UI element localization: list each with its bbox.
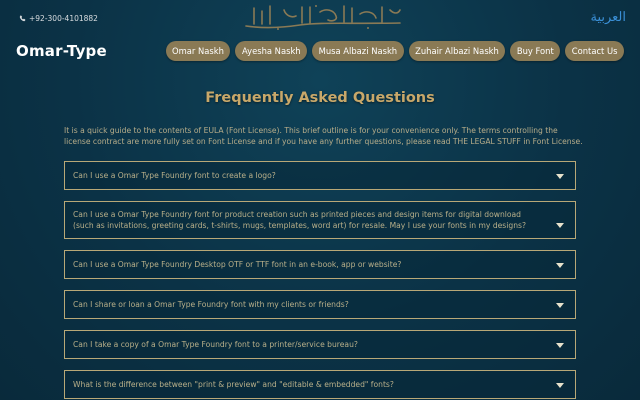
site-logo[interactable]: Omar-Type bbox=[16, 42, 107, 60]
chevron-down-icon[interactable] bbox=[556, 383, 564, 388]
chevron-down-icon[interactable] bbox=[556, 174, 564, 179]
phone-number: +92-300-4101882 bbox=[29, 14, 98, 23]
arabic-language-link[interactable]: العربية bbox=[590, 10, 626, 25]
faq-item[interactable]: Can I take a copy of a Omar Type Foundry… bbox=[64, 330, 576, 359]
bismillah-calligraphy-icon bbox=[245, 5, 401, 30]
top-bar: +92-300-4101882 العربية bbox=[0, 0, 640, 36]
page-title: Frequently Asked Questions bbox=[205, 90, 435, 106]
nav-omar-naskh-button[interactable]: Omar Naskh bbox=[165, 41, 231, 61]
nav-contact-us-button[interactable]: Contact Us bbox=[565, 41, 624, 61]
faq-item[interactable]: Can I use a Omar Type Foundry font to cr… bbox=[64, 161, 576, 190]
main-nav: Omar Naskh Ayesha Naskh Musa Albazi Nask… bbox=[165, 41, 624, 61]
chevron-down-icon[interactable] bbox=[556, 343, 564, 348]
chevron-down-icon[interactable] bbox=[556, 223, 564, 228]
faq-question: Can I use a Omar Type Foundry font for p… bbox=[73, 210, 526, 230]
phone-contact[interactable]: +92-300-4101882 bbox=[19, 14, 98, 23]
phone-icon bbox=[19, 15, 26, 22]
nav-zuhair-albazi-naskh-button[interactable]: Zuhair Albazi Naskh bbox=[408, 41, 506, 61]
faq-question: Can I use a Omar Type Foundry font to cr… bbox=[73, 171, 276, 180]
faq-item[interactable]: Can I use a Omar Type Foundry font for p… bbox=[64, 201, 576, 239]
faq-question: Can I use a Omar Type Foundry Desktop OT… bbox=[73, 260, 402, 269]
faq-question: Can I share or loan a Omar Type Foundry … bbox=[73, 300, 349, 309]
nav-buy-font-button[interactable]: Buy Font bbox=[510, 41, 561, 61]
faq-item[interactable]: What is the difference between "print & … bbox=[64, 370, 576, 399]
chevron-down-icon[interactable] bbox=[556, 263, 564, 268]
faq-question: Can I take a copy of a Omar Type Foundry… bbox=[73, 340, 358, 349]
faq-list: Can I use a Omar Type Foundry font to cr… bbox=[64, 161, 576, 400]
chevron-down-icon[interactable] bbox=[556, 303, 564, 308]
faq-question: What is the difference between "print & … bbox=[73, 380, 394, 389]
faq-item[interactable]: Can I use a Omar Type Foundry Desktop OT… bbox=[64, 250, 576, 279]
faq-intro-text: It is a quick guide to the contents of E… bbox=[64, 126, 583, 146]
faq-item[interactable]: Can I share or loan a Omar Type Foundry … bbox=[64, 290, 576, 319]
nav-musa-albazi-naskh-button[interactable]: Musa Albazi Naskh bbox=[312, 41, 404, 61]
nav-ayesha-naskh-button[interactable]: Ayesha Naskh bbox=[235, 41, 308, 61]
